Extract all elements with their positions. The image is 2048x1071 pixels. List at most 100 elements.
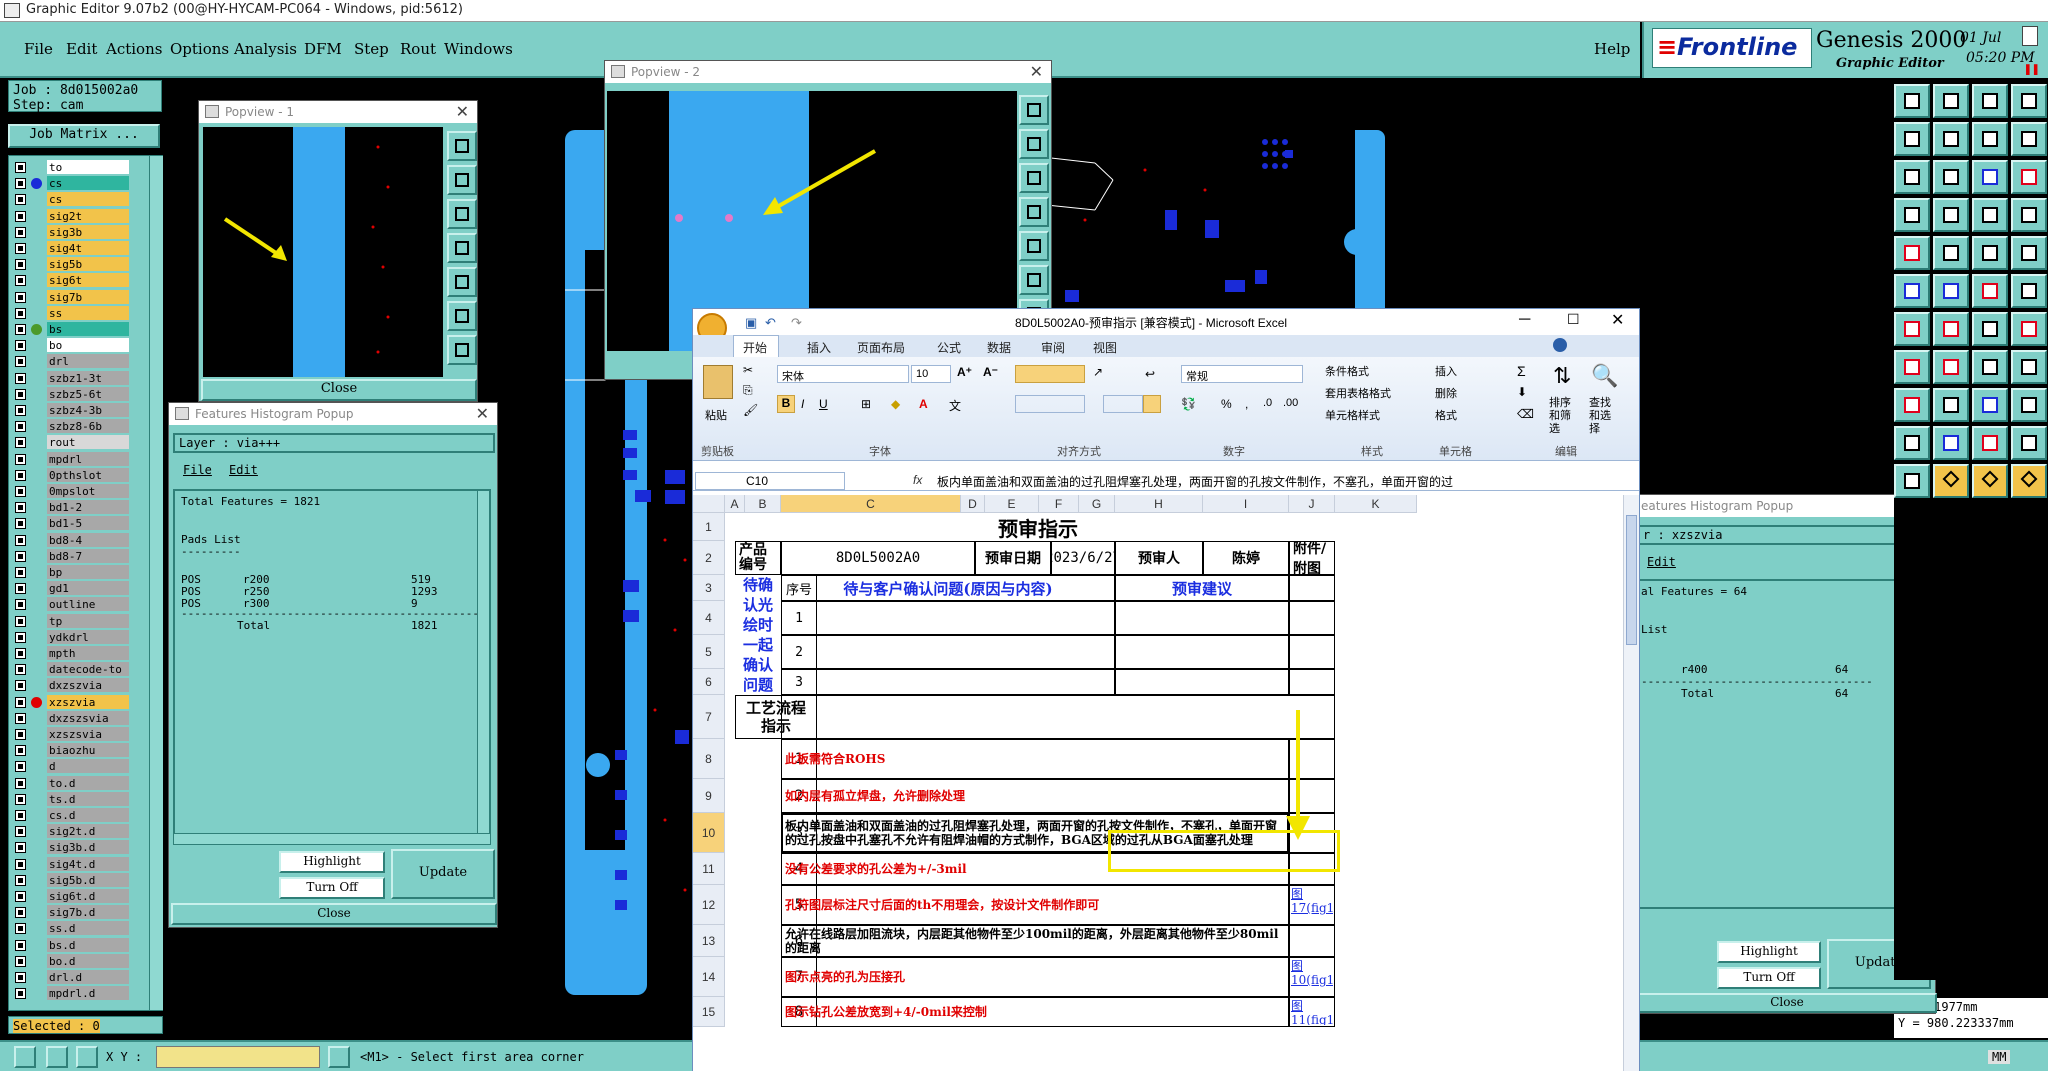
layer-checkbox[interactable] — [15, 226, 26, 238]
delete-cells-button[interactable]: 删除 — [1435, 385, 1457, 401]
toolbar-tool-icon[interactable] — [2011, 198, 2047, 232]
layer-row[interactable]: 0mpslot — [9, 484, 129, 499]
column-header[interactable]: A — [725, 495, 745, 513]
layer-checkbox[interactable] — [15, 793, 26, 805]
number-format-select[interactable]: 常规 — [1181, 365, 1303, 383]
select-all-corner[interactable] — [693, 495, 725, 513]
layer-row[interactable]: sig3b.d — [9, 840, 129, 855]
popview-pan-icon[interactable] — [447, 233, 477, 263]
layer-name[interactable]: xzszsvia — [47, 727, 129, 741]
layer-name[interactable]: sig6t.d — [47, 889, 129, 903]
tab-home[interactable]: 开始 — [743, 339, 767, 356]
layer-checkbox[interactable] — [15, 453, 26, 465]
format-as-table-button[interactable]: 套用表格格式 — [1325, 385, 1391, 401]
maximize-icon[interactable]: ☐ — [1567, 311, 1580, 328]
layer-row[interactable]: drl — [9, 354, 129, 369]
layer-checkbox[interactable] — [15, 469, 26, 481]
shrink-font-icon[interactable]: A⁻ — [983, 365, 998, 379]
copy-icon[interactable]: ⎘ — [743, 383, 753, 398]
layer-checkbox[interactable] — [15, 486, 26, 497]
layer-checkbox[interactable] — [15, 664, 26, 676]
layer-row[interactable]: cs — [9, 192, 129, 207]
column-header[interactable]: D — [961, 495, 985, 513]
toolbar-tool-icon[interactable] — [1933, 464, 1969, 498]
turn-off-button[interactable]: Turn Off — [1717, 967, 1821, 989]
popview-move-icon[interactable] — [447, 335, 477, 365]
layer-row[interactable]: to.d — [9, 775, 129, 791]
row-header[interactable]: 1 — [693, 513, 725, 541]
column-header[interactable]: J — [1289, 495, 1335, 513]
layer-row[interactable]: ss.d — [9, 921, 129, 936]
product-label[interactable]: 产品编号 — [735, 541, 781, 575]
layer-name[interactable]: sig5b — [47, 257, 129, 272]
name-box[interactable]: C10 — [695, 472, 845, 490]
layer-row[interactable]: ydkdrl — [9, 629, 129, 645]
bold-icon[interactable]: B — [777, 395, 795, 413]
layer-row[interactable]: biaozhu — [9, 743, 129, 758]
issue-cell[interactable] — [781, 669, 1115, 695]
toolbar-tool-icon[interactable] — [1972, 388, 2008, 422]
menu-step[interactable]: Step — [354, 40, 389, 58]
layer-checkbox[interactable] — [15, 210, 26, 222]
toolbar-tool-icon[interactable] — [1933, 122, 1969, 156]
italic-icon[interactable]: I — [801, 397, 804, 411]
toolbar-tool-icon[interactable] — [1894, 464, 1930, 498]
layer-name[interactable]: sig2t — [47, 208, 129, 223]
advice-header[interactable]: 预审建议 — [1115, 575, 1289, 601]
sheet-title[interactable]: 预审指示 — [741, 513, 1335, 541]
tab-review[interactable]: 审阅 — [1041, 339, 1065, 356]
histogram-right-edit[interactable]: Edit — [1647, 555, 1676, 569]
toolbar-tool-icon[interactable] — [1894, 388, 1930, 422]
issue-header[interactable]: 待与客户确认问题(原因与内容) — [781, 575, 1115, 601]
layer-row[interactable]: xzszvia — [9, 694, 129, 710]
paste-label[interactable]: 粘贴 — [705, 407, 727, 423]
menu-windows[interactable]: Windows — [444, 40, 513, 58]
layer-name[interactable]: outline — [47, 597, 129, 612]
layer-row[interactable]: datecode-to — [9, 662, 129, 677]
layer-name[interactable]: to — [47, 160, 129, 174]
layer-checkbox[interactable] — [15, 972, 26, 983]
layer-name[interactable]: bs — [47, 322, 129, 336]
layer-row[interactable]: dxzszvia — [9, 678, 129, 693]
layer-row[interactable]: sig3b — [9, 224, 129, 240]
histogram-vscroll[interactable] — [477, 491, 489, 835]
merge-center-icon[interactable] — [1143, 395, 1161, 413]
row-header[interactable]: 10 — [693, 813, 725, 853]
close-icon[interactable]: ✕ — [1030, 61, 1043, 83]
autosum-icon[interactable]: Σ — [1517, 363, 1526, 379]
toolbar-tool-icon[interactable] — [2011, 274, 2047, 308]
clear-icon[interactable]: ⌫ — [1517, 407, 1534, 421]
layer-name[interactable]: gd1 — [47, 581, 129, 596]
formula-input[interactable]: 板内单面盖油和双面盖油的过孔阻焊塞孔处理，两面开窗的孔按文件制作，不塞孔，单面开… — [933, 472, 1613, 490]
toolbar-tool-icon[interactable] — [1894, 426, 1930, 460]
toolbar-tool-icon[interactable] — [1894, 236, 1930, 270]
layer-name[interactable]: sig3b — [47, 224, 129, 239]
layer-name[interactable]: dxzszvia — [47, 678, 129, 693]
item-text[interactable]: 图示钻孔公差放宽到+4/-0mil来控制 — [781, 997, 1289, 1027]
table-cell[interactable] — [1289, 575, 1335, 601]
layer-checkbox[interactable] — [15, 696, 26, 708]
confirm-label[interactable]: 待确认光绘时一起确认问题 — [735, 575, 781, 695]
layer-checkbox[interactable] — [15, 712, 26, 724]
toolbar-tool-icon[interactable] — [1972, 274, 2008, 308]
layer-name[interactable]: mpdrl — [47, 451, 129, 466]
menu-dfm[interactable]: DFM — [304, 40, 342, 58]
item-text[interactable]: 允许在线路层加阻流块，内层距其他物件至少100mil的距离，外层距离其他物件至少… — [781, 925, 1289, 957]
toolbar-tool-icon[interactable] — [1972, 426, 2008, 460]
popview-2-zoom-in-icon[interactable] — [1019, 95, 1049, 125]
undo-icon[interactable]: ↶ — [765, 315, 776, 331]
toolbar-tool-icon[interactable] — [1894, 122, 1930, 156]
xy-input[interactable] — [156, 1046, 320, 1068]
highlight-button[interactable]: Highlight — [1717, 941, 1821, 963]
update-button[interactable]: Update — [391, 849, 495, 899]
fill-icon[interactable]: ⬇ — [1517, 385, 1527, 399]
layer-checkbox[interactable] — [15, 518, 26, 530]
menu-analysis[interactable]: Analysis — [234, 40, 297, 58]
layer-row[interactable]: bs — [9, 322, 129, 337]
toolbar-tool-icon[interactable] — [2011, 84, 2047, 118]
layer-row[interactable]: d — [9, 759, 129, 774]
units-label[interactable]: MM — [1988, 1050, 2011, 1064]
job-matrix-button[interactable]: Job Matrix ... — [8, 124, 160, 148]
layer-row[interactable]: sig7b.d — [9, 905, 129, 920]
toolbar-tool-icon[interactable] — [2011, 426, 2047, 460]
